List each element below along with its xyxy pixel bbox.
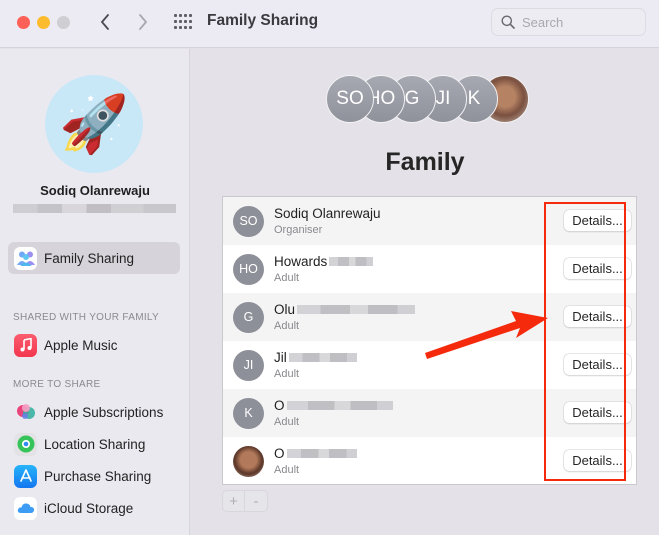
member-row[interactable]: HO Howards Adult Details... xyxy=(223,245,636,293)
apple-music-icon xyxy=(14,333,37,357)
sidebar-item-label: Purchase Sharing xyxy=(44,468,152,484)
member-avatar: K xyxy=(233,397,264,429)
member-avatar-photo xyxy=(233,445,264,477)
member-name: Howards xyxy=(274,254,374,269)
details-button[interactable]: Details... xyxy=(564,258,631,279)
sidebar-item-label: Location Sharing xyxy=(44,436,146,452)
window-title: Family Sharing xyxy=(207,12,319,29)
find-my-icon xyxy=(14,432,37,456)
search-input[interactable] xyxy=(522,14,632,30)
family-sharing-icon xyxy=(14,246,37,270)
sidebar-item-apple-music[interactable]: Apple Music xyxy=(8,329,180,361)
member-role: Adult xyxy=(274,272,300,284)
details-button[interactable]: Details... xyxy=(564,402,631,423)
sidebar-item-family-sharing[interactable]: Family Sharing xyxy=(8,242,180,274)
icloud-icon xyxy=(14,496,37,520)
chevron-right-icon xyxy=(139,14,148,30)
member-row[interactable]: O Adult Details... xyxy=(223,437,636,485)
family-members-list: SO Sodiq Olanrewaju Organiser Details...… xyxy=(222,196,637,485)
member-name: Sodiq Olanrewaju xyxy=(274,206,381,221)
section-header-more: MORE TO SHARE xyxy=(13,379,101,390)
details-button[interactable]: Details... xyxy=(564,210,631,231)
sidebar-item-label: Apple Music xyxy=(44,337,118,353)
page-title: Family xyxy=(385,148,465,176)
rocket-icon: 🚀 xyxy=(59,92,129,155)
header-avatar: SO xyxy=(326,75,374,123)
member-role: Adult xyxy=(274,320,300,332)
section-header-shared: SHARED WITH YOUR FAMILY xyxy=(13,312,159,323)
title-bar: Family Sharing xyxy=(0,0,659,48)
member-row[interactable]: SO Sodiq Olanrewaju Organiser Details... xyxy=(223,197,636,245)
member-name: O xyxy=(274,446,357,461)
member-role: Adult xyxy=(274,464,300,476)
family-avatars-group: SO HO G JI K xyxy=(326,75,536,125)
main-panel: SO HO G JI K Family SO Sodiq Olanrewaju … xyxy=(191,49,659,535)
redacted-text xyxy=(288,353,357,362)
redacted-text xyxy=(286,401,393,410)
sidebar-item-icloud-storage[interactable]: iCloud Storage xyxy=(8,492,180,524)
member-avatar: HO xyxy=(233,253,264,285)
app-store-icon xyxy=(14,464,37,488)
details-button[interactable]: Details... xyxy=(564,450,631,471)
profile-name: Sodiq Olanrewaju xyxy=(40,183,150,198)
member-name: O xyxy=(274,398,393,413)
back-button[interactable] xyxy=(95,10,115,34)
member-role: Organiser xyxy=(274,224,323,236)
redacted-text xyxy=(286,449,357,458)
sidebar-item-label: Apple Subscriptions xyxy=(44,404,164,420)
show-all-preferences-button[interactable] xyxy=(174,14,192,30)
profile-email-redacted xyxy=(13,204,176,213)
details-button[interactable]: Details... xyxy=(564,306,631,327)
forward-button[interactable] xyxy=(133,10,153,34)
member-row[interactable]: G Olu Adult Details... xyxy=(223,293,636,341)
sidebar-item-purchase-sharing[interactable]: Purchase Sharing xyxy=(8,460,180,492)
member-name: Olu xyxy=(274,302,416,317)
redacted-text xyxy=(297,305,416,314)
member-name: Jil xyxy=(274,350,357,365)
member-avatar: SO xyxy=(233,205,264,237)
member-row[interactable]: JI Jil Adult Details... xyxy=(223,341,636,389)
close-window-button[interactable] xyxy=(17,16,30,29)
member-role: Adult xyxy=(274,368,300,380)
member-row[interactable]: K O Adult Details... xyxy=(223,389,636,437)
sidebar-item-label: Family Sharing xyxy=(44,250,135,266)
search-icon xyxy=(501,15,515,29)
remove-member-button[interactable]: - xyxy=(245,491,267,511)
add-member-button[interactable]: + xyxy=(223,491,246,511)
apple-subscriptions-icon xyxy=(14,401,37,424)
zoom-window-button[interactable] xyxy=(57,16,70,29)
redacted-text xyxy=(329,257,374,266)
sidebar-item-label: iCloud Storage xyxy=(44,500,134,516)
sidebar: 🚀 Sodiq Olanrewaju Family Sharing SHARED… xyxy=(0,49,190,535)
member-role: Adult xyxy=(274,416,300,428)
chevron-left-icon xyxy=(100,14,109,30)
member-avatar: G xyxy=(233,301,264,333)
minimize-window-button[interactable] xyxy=(37,16,50,29)
details-button[interactable]: Details... xyxy=(564,354,631,375)
member-avatar: JI xyxy=(233,349,264,381)
add-remove-control: + - xyxy=(222,490,268,512)
profile-avatar[interactable]: 🚀 xyxy=(45,75,143,173)
search-field[interactable] xyxy=(491,8,646,36)
sidebar-item-apple-subscriptions[interactable]: Apple Subscriptions xyxy=(8,396,180,428)
sidebar-item-location-sharing[interactable]: Location Sharing xyxy=(8,428,180,460)
